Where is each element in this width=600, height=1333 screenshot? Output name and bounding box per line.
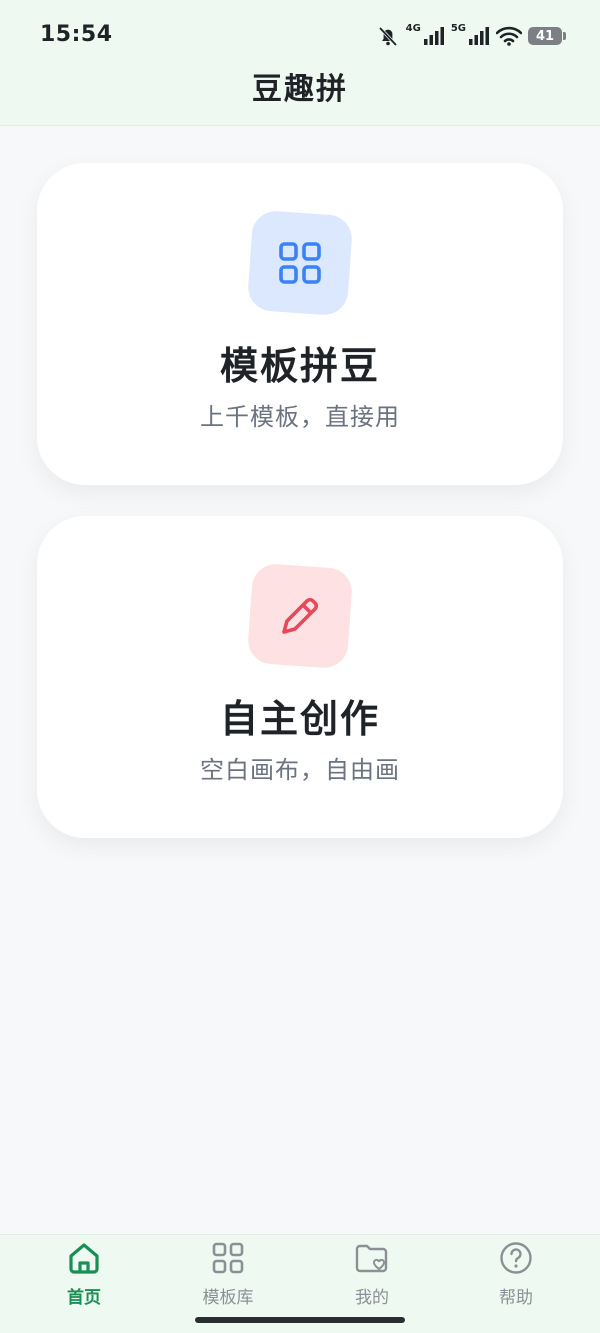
nav-item-templates[interactable]: 模板库	[153, 1235, 303, 1315]
grid-icon	[212, 1242, 244, 1274]
app-header: 15:54 4G 5G 41 豆趣拼	[0, 0, 600, 126]
nav-label-home: 首页	[67, 1288, 101, 1308]
nav-label-help: 帮助	[499, 1288, 533, 1308]
template-card-subtitle: 上千模板，直接用	[200, 403, 400, 431]
template-beads-card[interactable]: 模板拼豆 上千模板，直接用	[37, 163, 563, 485]
free-create-card[interactable]: 自主创作 空白画布，自由画	[37, 516, 563, 838]
home-indicator[interactable]	[195, 1317, 405, 1323]
signal-4g-icon	[423, 27, 444, 45]
bell-muted-icon	[378, 26, 397, 47]
nav-item-help[interactable]: 帮助	[441, 1235, 591, 1315]
pencil-icon	[282, 597, 319, 634]
help-circle-icon	[500, 1242, 532, 1274]
home-icon	[69, 1243, 99, 1274]
battery-level: 41	[535, 28, 555, 44]
nav-item-mine[interactable]: 我的	[297, 1235, 447, 1315]
app-screen: 15:54 4G 5G 41 豆趣拼 模板拼豆 上千模板，直接用 自主创作 空白…	[0, 0, 600, 1333]
status-icons: 4G 5G 41	[376, 22, 566, 50]
status-bar: 15:54 4G 5G 41	[0, 0, 600, 64]
create-card-title: 自主创作	[219, 697, 380, 741]
network-4g-label: 4G	[405, 22, 421, 34]
nav-label-templates: 模板库	[202, 1288, 254, 1308]
nav-label-mine: 我的	[355, 1288, 389, 1308]
create-card-icon-box	[246, 562, 354, 670]
grid-icon	[279, 242, 321, 284]
template-card-title: 模板拼豆	[219, 344, 380, 388]
create-card-subtitle: 空白画布，自由画	[200, 756, 400, 784]
status-time: 15:54	[40, 22, 113, 47]
folder-heart-icon	[355, 1244, 388, 1273]
page-title: 豆趣拼	[252, 72, 348, 107]
battery-icon: 41	[528, 27, 566, 45]
nav-item-home[interactable]: 首页	[9, 1235, 159, 1315]
signal-5g-icon	[469, 27, 489, 45]
network-5g-label: 5G	[450, 22, 466, 34]
wifi-icon	[496, 26, 522, 46]
template-card-icon-box	[246, 209, 354, 317]
